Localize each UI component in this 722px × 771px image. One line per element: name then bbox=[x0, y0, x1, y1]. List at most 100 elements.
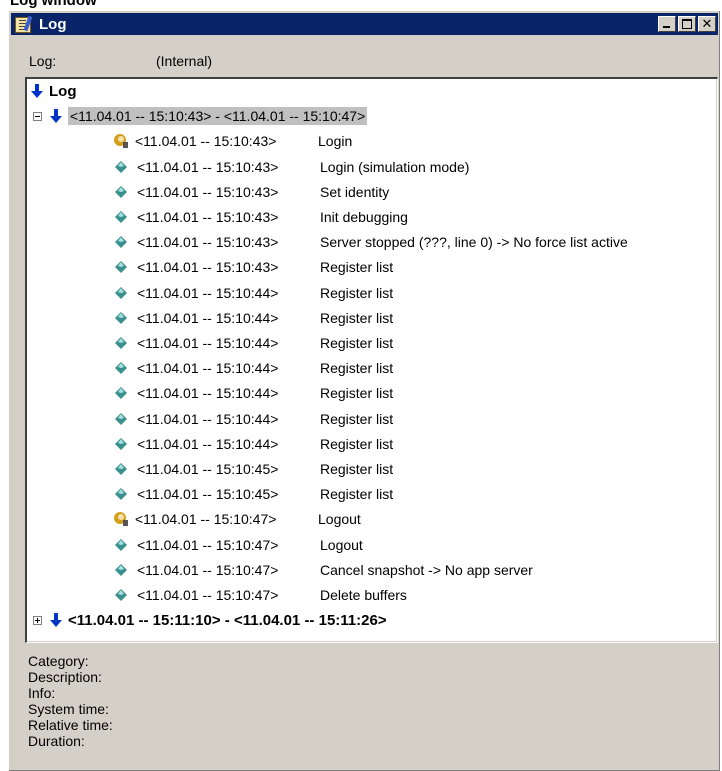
entry-text: Set identity bbox=[320, 183, 390, 200]
group-1-label: <11.04.01 -- 15:10:43> - <11.04.01 -- 15… bbox=[68, 107, 368, 126]
info-label: Info: bbox=[28, 685, 56, 701]
entry-text: Init debugging bbox=[320, 209, 408, 225]
log-entry[interactable]: <11.04.01 -- 15:10:44> Register list bbox=[115, 282, 393, 304]
gem-icon bbox=[115, 286, 127, 299]
entry-time: <11.04.01 -- 15:10:44> bbox=[137, 385, 279, 402]
gem-icon bbox=[115, 261, 127, 274]
minimize-button[interactable] bbox=[658, 16, 676, 32]
entry-time: <11.04.01 -- 15:10:44> bbox=[137, 309, 279, 326]
entry-text: Register list bbox=[320, 385, 394, 402]
log-value: (Internal) bbox=[156, 53, 213, 69]
log-window: Log ✕ Log: (Internal) Log <11.04.01 -- 15… bbox=[8, 10, 720, 771]
log-entry[interactable]: <11.04.01 -- 15:10:44> Register list bbox=[115, 382, 393, 404]
log-entry[interactable]: <11.04.01 -- 15:10:43> Login (simulation … bbox=[115, 156, 469, 178]
gem-icon bbox=[115, 211, 127, 223]
gem-icon bbox=[115, 437, 127, 450]
entry-text: Register list bbox=[320, 461, 394, 477]
root-label: Log bbox=[49, 82, 77, 100]
log-entry[interactable]: <11.04.01 -- 15:10:47> Logout bbox=[113, 508, 361, 530]
log-entry[interactable]: <11.04.01 -- 15:10:43> Init debugging bbox=[115, 206, 408, 228]
down-arrow-icon bbox=[50, 109, 62, 124]
entry-text: Register list bbox=[320, 284, 394, 301]
log-source-row: Log: (Internal) bbox=[29, 53, 212, 69]
details-panel: Category: Description: Info: System time… bbox=[28, 653, 113, 749]
gem-icon bbox=[115, 337, 127, 349]
tree-group-2[interactable]: <11.04.01 -- 15:11:10> - <11.04.01 -- 15… bbox=[33, 609, 387, 631]
entry-text: Logout bbox=[318, 511, 361, 528]
entry-time: <11.04.01 -- 15:10:43> bbox=[135, 133, 277, 150]
entry-text: Server stopped (???, line 0) -> No force… bbox=[320, 234, 628, 251]
log-entry[interactable]: <11.04.01 -- 15:10:47> Logout bbox=[115, 534, 363, 556]
entry-text: Logout bbox=[320, 536, 363, 553]
log-entry[interactable]: <11.04.01 -- 15:10:43> Login bbox=[113, 130, 352, 152]
group-2-label: <11.04.01 -- 15:11:10> - <11.04.01 -- 15… bbox=[68, 611, 387, 629]
entry-time: <11.04.01 -- 15:10:43> bbox=[137, 158, 279, 175]
entry-text: Login bbox=[318, 133, 353, 150]
entry-text: Cancel snapshot -> No app server bbox=[320, 561, 533, 578]
collapse-toggle[interactable] bbox=[33, 111, 42, 121]
user-icon bbox=[113, 511, 129, 527]
user-icon bbox=[113, 133, 129, 149]
log-book-icon bbox=[15, 15, 33, 33]
down-arrow-icon bbox=[31, 84, 43, 98]
entry-text: Register list bbox=[320, 410, 394, 427]
title-bar[interactable]: Log ✕ bbox=[11, 13, 718, 35]
entry-time: <11.04.01 -- 15:10:45> bbox=[137, 486, 279, 503]
entry-time: <11.04.01 -- 15:10:47> bbox=[137, 561, 279, 578]
tree-root[interactable]: Log bbox=[31, 80, 77, 102]
entry-time: <11.04.01 -- 15:10:47> bbox=[135, 511, 277, 528]
expand-toggle[interactable] bbox=[33, 615, 42, 625]
entry-text: Delete buffers bbox=[320, 587, 407, 603]
entry-time: <11.04.01 -- 15:10:43> bbox=[137, 183, 279, 200]
entry-time: <11.04.01 -- 15:10:45> bbox=[137, 461, 279, 477]
entry-text: Register list bbox=[320, 435, 394, 452]
log-entry[interactable]: <11.04.01 -- 15:10:44> Register list bbox=[115, 433, 393, 455]
log-entry[interactable]: <11.04.01 -- 15:10:43> Register list bbox=[115, 256, 393, 278]
entry-time: <11.04.01 -- 15:10:43> bbox=[137, 209, 279, 225]
log-entry[interactable]: <11.04.01 -- 15:10:47> Cancel snapshot ->… bbox=[115, 559, 533, 581]
description-label: Description: bbox=[28, 669, 102, 685]
entry-time: <11.04.01 -- 15:10:44> bbox=[137, 435, 279, 452]
gem-icon bbox=[115, 589, 127, 601]
gem-icon bbox=[115, 412, 127, 425]
entry-text: Register list bbox=[320, 309, 394, 326]
gem-icon bbox=[115, 236, 127, 249]
log-entry[interactable]: <11.04.01 -- 15:10:44> Register list bbox=[115, 332, 393, 354]
entry-time: <11.04.01 -- 15:10:44> bbox=[137, 410, 279, 427]
relative-time-label: Relative time: bbox=[28, 717, 113, 733]
entry-text: Login (simulation mode) bbox=[320, 158, 470, 175]
entry-text: Register list bbox=[320, 360, 394, 377]
system-time-label: System time: bbox=[28, 701, 109, 717]
tree-group-1[interactable]: <11.04.01 -- 15:10:43> - <11.04.01 -- 15… bbox=[33, 105, 368, 127]
log-entry[interactable]: <11.04.01 -- 15:10:47> Delete buffers bbox=[115, 584, 407, 606]
log-entry[interactable]: <11.04.01 -- 15:10:44> Register list bbox=[115, 307, 393, 329]
entry-text: Register list bbox=[320, 259, 394, 276]
category-label: Category: bbox=[28, 653, 89, 669]
close-button[interactable]: ✕ bbox=[698, 16, 716, 32]
log-entry[interactable]: <11.04.01 -- 15:10:43> Server stopped (??… bbox=[115, 231, 628, 253]
duration-label: Duration: bbox=[28, 733, 85, 749]
log-entry[interactable]: <11.04.01 -- 15:10:44> Register list bbox=[115, 408, 393, 430]
gem-icon bbox=[115, 311, 127, 324]
gem-icon bbox=[115, 563, 127, 576]
gem-icon bbox=[115, 185, 127, 198]
window-title: Log bbox=[39, 15, 67, 33]
gem-icon bbox=[115, 538, 127, 551]
gem-icon bbox=[115, 362, 127, 375]
maximize-button[interactable] bbox=[678, 16, 696, 32]
log-tree[interactable]: Log <11.04.01 -- 15:10:43> - <11.04.01 --… bbox=[25, 77, 718, 643]
gem-icon bbox=[115, 160, 127, 173]
log-entry[interactable]: <11.04.01 -- 15:10:44> Register list bbox=[115, 357, 393, 379]
entry-time: <11.04.01 -- 15:10:43> bbox=[137, 234, 279, 251]
log-entry[interactable]: <11.04.01 -- 15:10:45> Register list bbox=[115, 483, 393, 505]
entry-text: Register list bbox=[320, 335, 394, 351]
down-arrow-icon bbox=[50, 613, 62, 628]
entry-time: <11.04.01 -- 15:10:43> bbox=[137, 259, 279, 276]
window-caption: Log window bbox=[10, 0, 97, 9]
gem-icon bbox=[115, 488, 127, 501]
log-label: Log: bbox=[29, 53, 57, 69]
log-entry[interactable]: <11.04.01 -- 15:10:45> Register list bbox=[115, 458, 393, 480]
gem-icon bbox=[115, 387, 127, 400]
entry-text: Register list bbox=[320, 486, 394, 503]
log-entry[interactable]: <11.04.01 -- 15:10:43> Set identity bbox=[115, 181, 389, 203]
